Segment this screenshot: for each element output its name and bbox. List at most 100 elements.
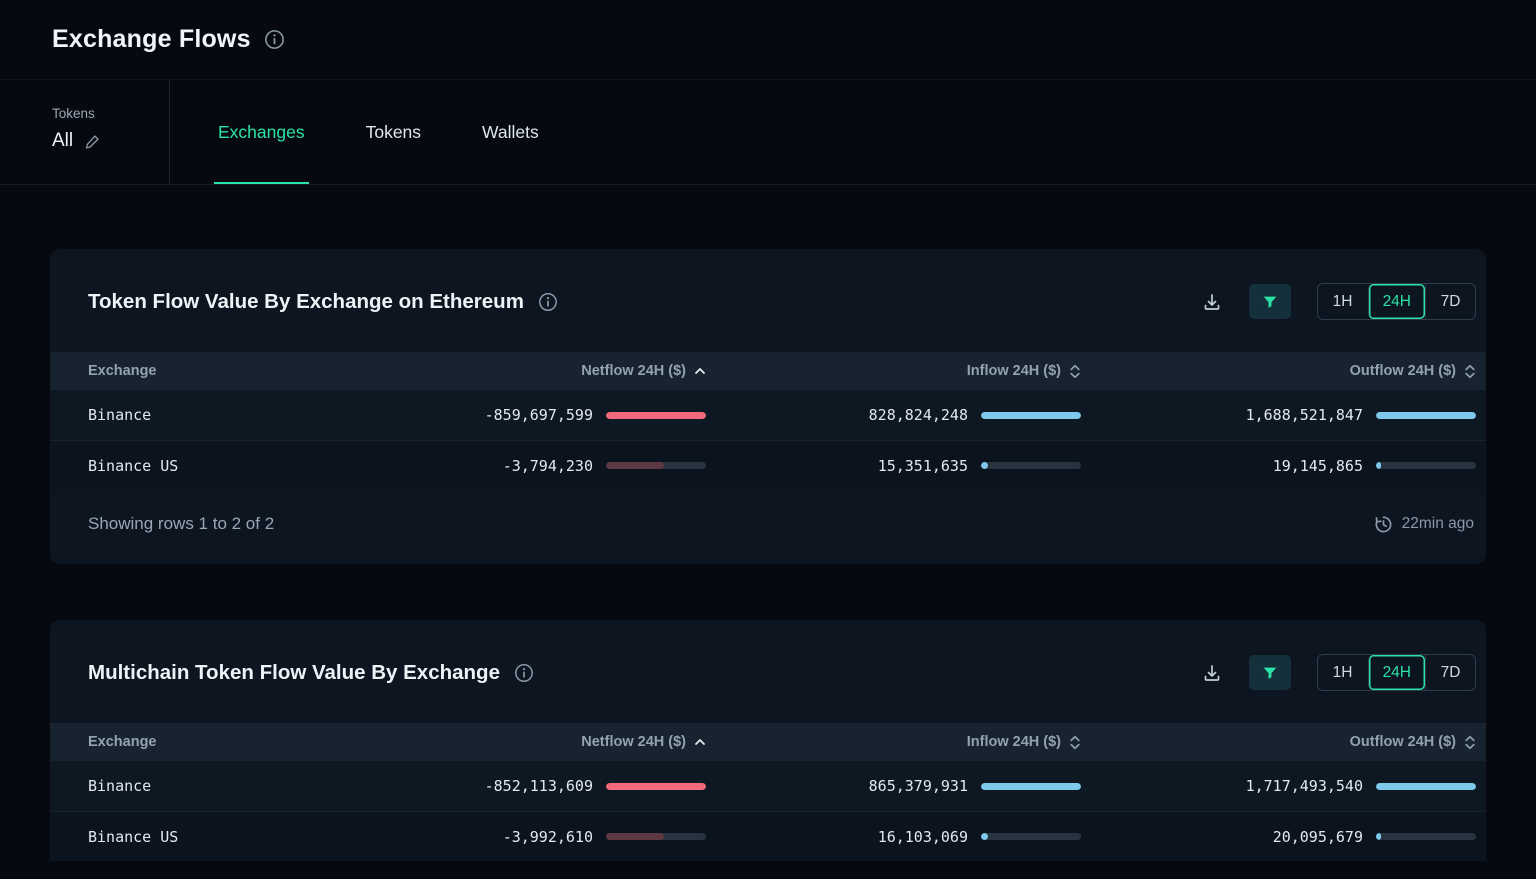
value-cell: 828,824,248 xyxy=(734,406,1081,424)
clock-icon xyxy=(1374,515,1393,534)
column-header-inflow-24h[interactable]: Inflow 24H ($) xyxy=(734,734,1081,750)
value-bar-fill xyxy=(981,412,1081,419)
value-cell: -852,113,609 xyxy=(406,777,706,795)
value-cell: 16,103,069 xyxy=(734,828,1081,846)
value-bar xyxy=(606,833,706,840)
info-icon[interactable] xyxy=(514,663,534,683)
tokens-filter[interactable]: Tokens All xyxy=(0,80,170,184)
sort-icon xyxy=(1069,364,1081,379)
download-button[interactable] xyxy=(1193,284,1231,320)
info-icon[interactable] xyxy=(264,29,285,50)
sort-ascending-icon xyxy=(694,367,706,375)
column-header-outflow-24h[interactable]: Outflow 24H ($) xyxy=(1109,363,1476,379)
column-label: Outflow 24H ($) xyxy=(1350,363,1456,379)
column-header-netflow-24h[interactable]: Netflow 24H ($) xyxy=(406,363,706,379)
cell-value: 15,351,635 xyxy=(878,457,968,475)
exchange-name: Binance US xyxy=(88,828,378,846)
column-label: Outflow 24H ($) xyxy=(1350,734,1456,750)
value-cell: -3,794,230 xyxy=(406,457,706,475)
column-label: Netflow 24H ($) xyxy=(581,363,686,379)
table-row[interactable]: Binance US -3,992,610 16,103,069 20,095,679 xyxy=(50,811,1486,861)
tab-wallets[interactable]: Wallets xyxy=(482,80,539,184)
value-bar xyxy=(606,412,706,419)
value-bar xyxy=(1376,833,1476,840)
table-row[interactable]: Binance-852,113,609865,379,9311,717,493,… xyxy=(50,761,1486,811)
rows-summary: Showing rows 1 to 2 of 2 xyxy=(88,514,274,534)
column-label: Inflow 24H ($) xyxy=(967,734,1061,750)
sort-ascending-icon xyxy=(694,738,706,746)
cell-value: 20,095,679 xyxy=(1273,828,1363,846)
value-bar xyxy=(1376,412,1476,419)
value-bar-fill xyxy=(1376,783,1476,790)
table-body: Binance-852,113,609865,379,9311,717,493,… xyxy=(50,761,1486,861)
card-token-flow-ethereum: Token Flow Value By Exchange on Ethereum… xyxy=(50,249,1486,564)
main-content: Token Flow Value By Exchange on Ethereum… xyxy=(0,185,1536,861)
table-header: Exchange Netflow 24H ($) Inflow 24H ($) Out… xyxy=(50,352,1486,390)
value-bar-fill xyxy=(606,833,664,840)
last-updated: 22min ago xyxy=(1374,515,1474,534)
value-bar xyxy=(1376,462,1476,469)
tokens-filter-label: Tokens xyxy=(52,106,169,121)
range-7d[interactable]: 7D xyxy=(1425,284,1475,319)
value-bar-fill xyxy=(981,783,1081,790)
info-icon[interactable] xyxy=(538,292,558,312)
value-bar-fill xyxy=(1376,412,1476,419)
sort-icon xyxy=(1464,735,1476,750)
cell-value: 19,145,865 xyxy=(1273,457,1363,475)
value-cell: 15,351,635 xyxy=(734,457,1081,475)
value-bar-fill xyxy=(606,412,706,419)
table-row[interactable]: Binance-859,697,599828,824,2481,688,521,… xyxy=(50,390,1486,440)
edit-pencil-icon[interactable] xyxy=(84,133,101,150)
cell-value: 865,379,931 xyxy=(869,777,968,795)
sort-icon xyxy=(1464,364,1476,379)
column-label: Netflow 24H ($) xyxy=(581,734,686,750)
exchange-name: Binance xyxy=(88,406,378,424)
card-title: Multichain Token Flow Value By Exchange xyxy=(88,661,500,685)
filter-button[interactable] xyxy=(1249,284,1291,319)
table-header: Exchange Netflow 24H ($) Inflow 24H ($) Out… xyxy=(50,723,1486,761)
column-header-exchange[interactable]: Exchange xyxy=(88,363,378,379)
range-1h[interactable]: 1H xyxy=(1318,284,1368,319)
cell-value: 16,103,069 xyxy=(878,828,968,846)
column-label: Exchange xyxy=(88,734,157,750)
value-bar-fill xyxy=(1376,462,1381,469)
range-7d[interactable]: 7D xyxy=(1425,655,1475,690)
column-label: Inflow 24H ($) xyxy=(967,363,1061,379)
column-header-outflow-24h[interactable]: Outflow 24H ($) xyxy=(1109,734,1476,750)
value-bar xyxy=(606,462,706,469)
download-button[interactable] xyxy=(1193,655,1231,691)
range-24h[interactable]: 24H xyxy=(1368,655,1425,690)
tab-exchanges[interactable]: Exchanges xyxy=(218,80,305,184)
card-title: Token Flow Value By Exchange on Ethereum xyxy=(88,290,524,314)
value-cell: -859,697,599 xyxy=(406,406,706,424)
range-1h[interactable]: 1H xyxy=(1318,655,1368,690)
page-header: Exchange Flows xyxy=(0,0,1536,80)
cell-value: -3,794,230 xyxy=(503,457,593,475)
range-24h[interactable]: 24H xyxy=(1368,284,1425,319)
column-label: Exchange xyxy=(88,363,157,379)
last-updated-text: 22min ago xyxy=(1402,515,1474,533)
sort-icon xyxy=(1069,735,1081,750)
cell-value: -859,697,599 xyxy=(485,406,593,424)
value-bar-fill xyxy=(606,462,664,469)
value-bar-fill xyxy=(981,833,988,840)
value-cell: 19,145,865 xyxy=(1109,457,1476,475)
value-bar xyxy=(981,462,1081,469)
tokens-filter-value: All xyxy=(52,130,73,152)
filter-button[interactable] xyxy=(1249,655,1291,690)
tab-bar: Exchanges Tokens Wallets xyxy=(170,80,600,184)
tab-tokens[interactable]: Tokens xyxy=(366,80,421,184)
card-multichain-token-flow: Multichain Token Flow Value By Exchange … xyxy=(50,620,1486,861)
column-header-exchange[interactable]: Exchange xyxy=(88,734,378,750)
cell-value: 828,824,248 xyxy=(869,406,968,424)
value-bar xyxy=(981,783,1081,790)
value-cell: 20,095,679 xyxy=(1109,828,1476,846)
value-bar-fill xyxy=(981,462,988,469)
column-header-inflow-24h[interactable]: Inflow 24H ($) xyxy=(734,363,1081,379)
exchange-name: Binance xyxy=(88,777,378,795)
table-body: Binance-859,697,599828,824,2481,688,521,… xyxy=(50,390,1486,490)
column-header-netflow-24h[interactable]: Netflow 24H ($) xyxy=(406,734,706,750)
value-cell: -3,992,610 xyxy=(406,828,706,846)
value-bar xyxy=(1376,783,1476,790)
table-row[interactable]: Binance US-3,794,23015,351,63519,145,865 xyxy=(50,440,1486,490)
